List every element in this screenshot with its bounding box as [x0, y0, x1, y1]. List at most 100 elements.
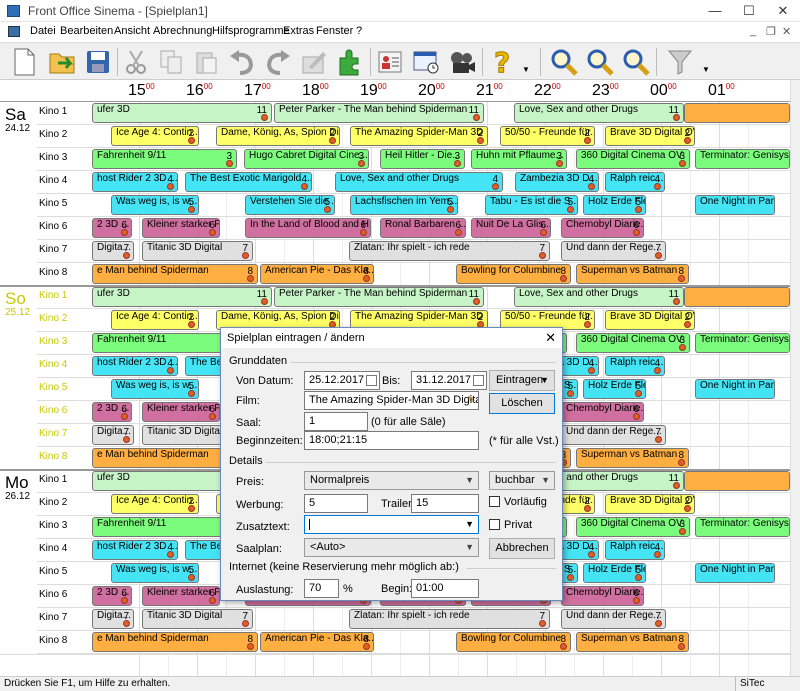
- screening-block[interactable]: 360 Digital Cinema OV 3: [576, 517, 690, 537]
- screening-block[interactable]: [684, 103, 790, 123]
- screening-block[interactable]: Terminator: Genisys: [695, 517, 790, 537]
- screening-block[interactable]: Brave 3D Digital OV 2: [605, 310, 695, 330]
- screening-block[interactable]: Terminator: Genisys: [695, 149, 790, 169]
- screening-block[interactable]: Ralph reic... 4: [605, 172, 665, 192]
- zoom-in-icon[interactable]: [548, 46, 580, 78]
- saalplan-select[interactable]: <Auto> ▼: [304, 538, 479, 557]
- screening-block[interactable]: Chernobyl Diarie... 6: [561, 402, 644, 422]
- screening-block[interactable]: Brave 3D Digital OV 2: [605, 494, 695, 514]
- screening-block[interactable]: Chernobyl Diarie... 6: [561, 586, 644, 606]
- screening-block[interactable]: Kleiner starker P... 6: [142, 402, 220, 422]
- screening-block[interactable]: Und dann der Rege... 7: [561, 609, 666, 629]
- screening-block[interactable]: Zlatan: Ihr spielt - ich rede7: [349, 241, 550, 261]
- screening-block[interactable]: host Rider 2 3D ... 4: [92, 172, 178, 192]
- screening-block[interactable]: Chernobyl Diarie... 6: [561, 218, 644, 238]
- screening-block[interactable]: Fahrenheit 9/113: [92, 333, 237, 353]
- screening-block[interactable]: Superman vs Batman 8: [576, 632, 689, 652]
- screening-block[interactable]: Peter Parker - The Man behind Spiderman1…: [274, 287, 484, 307]
- screening-block[interactable]: Nuit De La Glis...6: [471, 218, 551, 238]
- screening-block[interactable]: One Night in Paris: [695, 563, 775, 583]
- vertical-scrollbar[interactable]: [790, 80, 800, 676]
- close-button[interactable]: ✕: [766, 0, 800, 22]
- screening-block[interactable]: Huhn mit Pflaume...3: [471, 149, 567, 169]
- mdi-close-button[interactable]: ✕: [782, 25, 791, 38]
- paste-icon[interactable]: [190, 46, 222, 78]
- screening-block[interactable]: Ralph reic... 4: [605, 356, 665, 376]
- mdi-minimize-button[interactable]: _: [750, 25, 756, 37]
- screening-block[interactable]: American Pie - Das Kla...8: [260, 632, 374, 652]
- redo-icon[interactable]: [262, 46, 294, 78]
- screening-block[interactable]: Love, Sex and other Drugs 11: [514, 103, 684, 123]
- screening-block[interactable]: 2 3D ... 6: [92, 402, 132, 422]
- new-icon[interactable]: [8, 46, 40, 78]
- edit-icon[interactable]: [298, 46, 330, 78]
- film-field[interactable]: The Amazing Spider-Man 3D Digital ✎: [304, 391, 479, 410]
- beginn-field[interactable]: 18:00;21:15: [304, 431, 479, 450]
- menu-datei[interactable]: Datei: [30, 25, 56, 37]
- privat-checkbox[interactable]: [489, 519, 500, 530]
- vorlaeufig-checkbox[interactable]: [489, 496, 500, 507]
- mdi-doc-icon[interactable]: [8, 26, 20, 37]
- screening-block[interactable]: 2 3D ... 6: [92, 586, 132, 606]
- menu-fenster[interactable]: Fenster: [316, 25, 353, 37]
- screening-block[interactable]: Fahrenheit 9/113: [92, 517, 237, 537]
- preis-select[interactable]: Normalpreis ▼: [304, 471, 479, 490]
- calendar-icon[interactable]: [366, 375, 377, 386]
- screening-block[interactable]: Ice Age 4: Contin... 2: [111, 310, 199, 330]
- open-icon[interactable]: [46, 46, 78, 78]
- menu-extras[interactable]: Extras: [283, 25, 314, 37]
- film-reel-icon[interactable]: [446, 46, 478, 78]
- trailer-field[interactable]: 15: [411, 494, 479, 513]
- screening-block[interactable]: Was weg is, is w... 5: [111, 379, 199, 399]
- screening-block[interactable]: Digita... 7: [92, 425, 134, 445]
- help-dropdown-icon[interactable]: ▼: [522, 65, 530, 74]
- abbrechen-button[interactable]: Abbrechen: [489, 538, 555, 559]
- screening-block[interactable]: Und dann der Rege... 7: [561, 241, 666, 261]
- bis-date-field[interactable]: 31.12.2017: [411, 371, 487, 390]
- customer-icon[interactable]: [374, 46, 406, 78]
- eintragen-button[interactable]: Eintragen ▼: [489, 370, 555, 391]
- screening-block[interactable]: Tabu - Es ist die S...5: [485, 195, 578, 215]
- screening-block[interactable]: American Pie - Das Kla...8: [260, 264, 374, 284]
- screening-block[interactable]: Terminator: Genisys: [695, 333, 790, 353]
- screening-block[interactable]: Was weg is, is w... 5: [111, 563, 199, 583]
- screening-block[interactable]: Heil Hitler - Die...3: [380, 149, 465, 169]
- buchbar-select[interactable]: buchbar ▼: [489, 471, 555, 490]
- screening-block[interactable]: The Amazing Spider-Man 3D ...2: [350, 126, 488, 146]
- eintragen-dropdown-icon[interactable]: ▼: [540, 371, 549, 390]
- screening-block[interactable]: 50/50 - Freunde für...2: [500, 126, 595, 146]
- screening-block[interactable]: host Rider 2 3D ... 4: [92, 356, 178, 376]
- screening-block[interactable]: Love, Sex and other Drugs 11: [514, 287, 684, 307]
- calendar-icon[interactable]: [473, 375, 484, 386]
- screening-block[interactable]: Bowling for Columbine8: [456, 632, 571, 652]
- menu-abrechnung[interactable]: Abrechnung: [153, 25, 212, 37]
- screening-block[interactable]: Holz Erde Fle...5: [583, 563, 646, 583]
- screening-block[interactable]: ufer 3D11: [92, 287, 272, 307]
- screening-block[interactable]: e Man behind Spiderman8: [92, 632, 258, 652]
- screening-block[interactable]: Digita... 7: [92, 609, 134, 629]
- screening-block[interactable]: Titanic 3D Digital7: [142, 609, 253, 629]
- screening-block[interactable]: 2 3D ... 6: [92, 218, 132, 238]
- screening-block[interactable]: Brave 3D Digital OV 2: [605, 126, 695, 146]
- werbung-field[interactable]: 5: [304, 494, 368, 513]
- saal-field[interactable]: 1: [304, 412, 368, 431]
- auslastung-field[interactable]: 70: [304, 579, 339, 598]
- screening-block[interactable]: Ice Age 4: Contin... 2: [111, 126, 199, 146]
- help-icon[interactable]: ?: [488, 46, 520, 78]
- menu-hilfsprogramme[interactable]: Hilfsprogramme: [212, 25, 290, 37]
- screening-block[interactable]: ufer 3D11: [92, 103, 272, 123]
- filter-icon[interactable]: [664, 46, 696, 78]
- undo-icon[interactable]: [226, 46, 258, 78]
- screening-block[interactable]: Peter Parker - The Man behind Spiderman1…: [274, 103, 484, 123]
- zusatz-field[interactable]: ▼: [304, 515, 479, 534]
- screening-block[interactable]: [684, 287, 790, 307]
- screening-block[interactable]: Holz Erde Fle...5: [583, 379, 646, 399]
- maximize-button[interactable]: ☐: [732, 0, 766, 22]
- begin-field[interactable]: 01:00: [411, 579, 479, 598]
- screening-block[interactable]: 360 Digital Cinema OV 3: [576, 149, 690, 169]
- save-icon[interactable]: [82, 46, 114, 78]
- copy-icon[interactable]: [155, 46, 187, 78]
- screening-block[interactable]: Zlatan: Ihr spielt - ich rede7: [349, 609, 550, 629]
- loeschen-button[interactable]: Löschen: [489, 393, 555, 414]
- screening-block[interactable]: Superman vs Batman 8: [576, 448, 689, 468]
